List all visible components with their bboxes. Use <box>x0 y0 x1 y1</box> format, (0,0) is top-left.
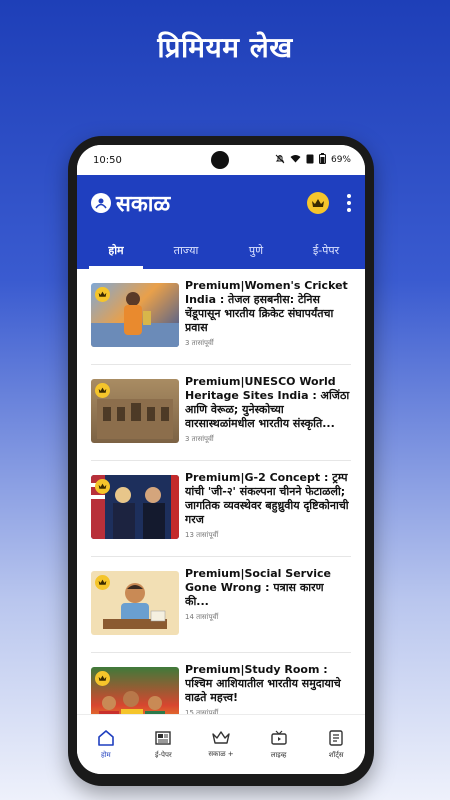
premium-crown-icon <box>95 383 110 398</box>
article-time: 3 तासांपूर्वी <box>185 435 214 443</box>
article-time: 13 तासांपूर्वी <box>185 531 219 539</box>
battery-percent: 69% <box>330 155 351 165</box>
promo-title: प्रिमियम लेख <box>157 31 293 64</box>
live-tv-icon <box>270 730 287 745</box>
article-title: Premium|G-2 Concept : ट्रम्प यांची 'जी-२… <box>185 471 349 526</box>
article-item[interactable]: Premium|Social Service Gone Wrong : पत्र… <box>91 557 351 653</box>
mute-icon <box>275 154 285 167</box>
shorts-icon <box>329 730 343 746</box>
article-title: Premium|UNESCO World Heritage Sites Indi… <box>185 375 350 430</box>
logo-text: सकाळ <box>116 192 171 217</box>
article-thumbnail <box>91 571 179 635</box>
battery-icon <box>318 153 326 167</box>
article-item[interactable]: Premium|G-2 Concept : ट्रम्प यांची 'जी-२… <box>91 461 351 557</box>
nav-label: लाइव्ह <box>270 751 287 759</box>
nav-home[interactable]: होम <box>79 729 133 760</box>
more-menu-button[interactable] <box>347 194 351 212</box>
status-bar: 10:50 69% <box>77 145 365 175</box>
article-thumbnail <box>91 475 179 539</box>
premium-crown-icon <box>95 671 110 686</box>
article-item[interactable]: Premium|Women's Cricket India : तेजल हसब… <box>91 269 351 365</box>
tab-epaper[interactable]: ई-पेपर <box>291 243 361 269</box>
article-time: 3 तासांपूर्वी <box>185 339 214 347</box>
app-header: सकाळ <box>77 175 365 231</box>
crown-icon <box>212 731 230 744</box>
premium-crown-icon <box>95 479 110 494</box>
bottom-navigation: होम ई-पेपर सकाळ + लाइव्ह शॉर्ट्स <box>77 714 365 774</box>
article-item[interactable]: Premium|UNESCO World Heritage Sites Indi… <box>91 365 351 461</box>
status-icons: 69% <box>275 153 351 167</box>
crown-icon <box>312 198 324 207</box>
nav-epaper[interactable]: ई-पेपर <box>136 729 190 760</box>
nav-shorts[interactable]: शॉर्ट्स <box>309 729 363 760</box>
home-icon <box>97 730 114 746</box>
tab-pune[interactable]: पुणे <box>221 243 291 269</box>
article-title: Premium|Study Room : पश्चिम आशियातील भार… <box>185 663 341 704</box>
premium-crown-icon <box>95 287 110 302</box>
nav-sakal-plus[interactable]: सकाळ + <box>194 730 248 759</box>
sakal-logo-icon <box>91 193 111 213</box>
article-feed: Premium|Women's Cricket India : तेजल हसब… <box>77 269 365 717</box>
article-thumbnail <box>91 667 179 717</box>
category-tabs: होम ताज्या पुणे ई-पेपर <box>77 231 365 269</box>
article-item[interactable]: Premium|Study Room : पश्चिम आशियातील भार… <box>91 653 351 717</box>
nav-label: शॉर्ट्स <box>328 751 344 759</box>
front-camera <box>211 151 229 169</box>
article-title: Premium|Women's Cricket India : तेजल हसब… <box>185 279 348 334</box>
nav-label: सकाळ + <box>208 750 234 758</box>
status-time: 10:50 <box>93 154 122 166</box>
wifi-icon <box>290 154 301 166</box>
nav-label: होम <box>100 751 111 759</box>
newspaper-icon <box>155 731 172 745</box>
nav-live[interactable]: लाइव्ह <box>252 729 306 760</box>
article-time: 14 तासांपूर्वी <box>185 613 219 621</box>
premium-crown-icon <box>95 575 110 590</box>
app-logo[interactable]: सकाळ <box>91 188 170 218</box>
tab-home[interactable]: होम <box>81 243 151 269</box>
nav-label: ई-पेपर <box>155 751 172 759</box>
tab-latest[interactable]: ताज्या <box>151 243 221 269</box>
app-screen: 10:50 69% सकाळ होम ताज्या पुणे ई-पेपर Pr… <box>77 145 365 774</box>
article-thumbnail <box>91 379 179 443</box>
article-title: Premium|Social Service Gone Wrong : पत्र… <box>185 567 332 608</box>
sim-icon <box>306 154 314 167</box>
phone-frame: 10:50 69% सकाळ होम ताज्या पुणे ई-पेपर Pr… <box>68 136 374 786</box>
premium-crown-button[interactable] <box>307 192 329 214</box>
article-thumbnail <box>91 283 179 347</box>
